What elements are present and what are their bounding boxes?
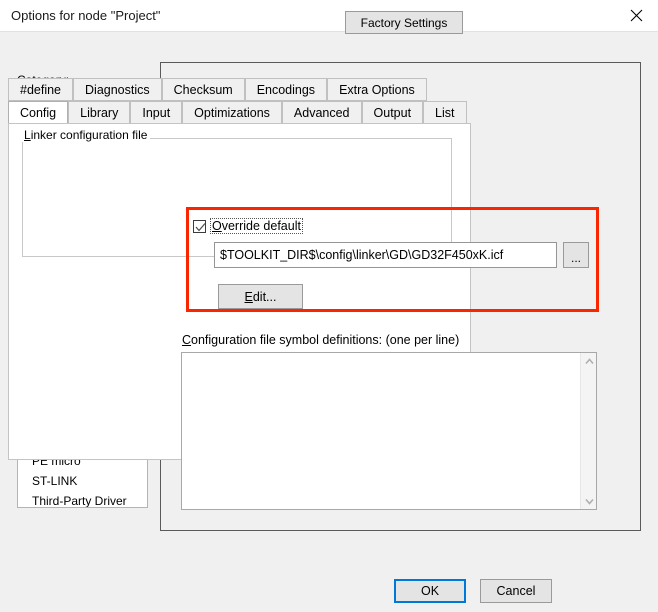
tab-define[interactable]: #define (8, 78, 74, 101)
close-icon[interactable] (614, 0, 658, 31)
tab-encodings[interactable]: Encodings (244, 78, 328, 101)
group-title-rest: inker configuration file (30, 128, 148, 142)
category-item-st-link[interactable]: ST-LINK (18, 471, 147, 491)
symbol-definitions-label: Configuration file symbol definitions: (… (182, 333, 459, 347)
tab-row-secondary[interactable]: #define Diagnostics Checksum Encodings Extra… (8, 78, 427, 101)
edit-label-rest: dit... (252, 289, 277, 304)
override-label-rest: verride default (221, 219, 301, 233)
linker-config-group-title: Linker configuration file (21, 128, 151, 142)
tab-list[interactable]: List (423, 101, 467, 124)
tab-input[interactable]: Input (130, 101, 183, 124)
tab-diagnostics[interactable]: Diagnostics (73, 78, 162, 101)
ok-button[interactable]: OK (394, 579, 466, 603)
tab-advanced[interactable]: Advanced (281, 101, 362, 124)
browse-button[interactable]: ... (563, 242, 589, 268)
group-title-mnemonic: L (24, 128, 31, 142)
edit-label-mnemonic: E (244, 289, 253, 304)
symbol-definitions-box (181, 352, 597, 510)
chevron-up-glyph (584, 357, 594, 364)
tab-optimizations[interactable]: Optimizations (182, 101, 282, 124)
tab-extra-options[interactable]: Extra Options (327, 78, 427, 101)
chevron-down-glyph (584, 498, 594, 505)
tab-config[interactable]: Config (8, 101, 69, 124)
category-item-third-party-driver[interactable]: Third-Party Driver (18, 491, 147, 507)
tab-checksum[interactable]: Checksum (161, 78, 245, 101)
tab-output[interactable]: Output (361, 101, 424, 124)
override-default-checkbox-row[interactable]: Override default (193, 218, 303, 234)
window-title: Options for node "Project" (11, 8, 161, 23)
override-label-mnemonic: O (212, 219, 222, 233)
tab-library[interactable]: Library (68, 101, 131, 124)
checkmark-icon (195, 222, 206, 231)
symbol-definitions-textarea[interactable] (182, 353, 581, 509)
symbols-label-mnemonic: C (182, 333, 192, 347)
title-bar: Options for node "Project" (0, 0, 658, 32)
scroll-up-icon[interactable] (581, 353, 597, 369)
edit-button[interactable]: Edit... (218, 284, 303, 309)
linker-config-groupbox (22, 138, 452, 257)
cancel-button[interactable]: Cancel (480, 579, 552, 603)
linker-config-path-input[interactable] (214, 242, 557, 268)
override-default-label: Override default (210, 218, 303, 234)
factory-settings-button[interactable]: Factory Settings (345, 11, 463, 34)
symbol-definitions-scrollbar[interactable] (580, 353, 596, 509)
symbols-label-rest: onfiguration file symbol definitions: (o… (191, 333, 460, 347)
close-glyph (630, 9, 642, 22)
checkbox-icon[interactable] (193, 219, 206, 233)
scroll-down-icon[interactable] (581, 493, 597, 509)
tab-row-primary[interactable]: Config Library Input Optimizations Advanced O… (8, 101, 467, 124)
